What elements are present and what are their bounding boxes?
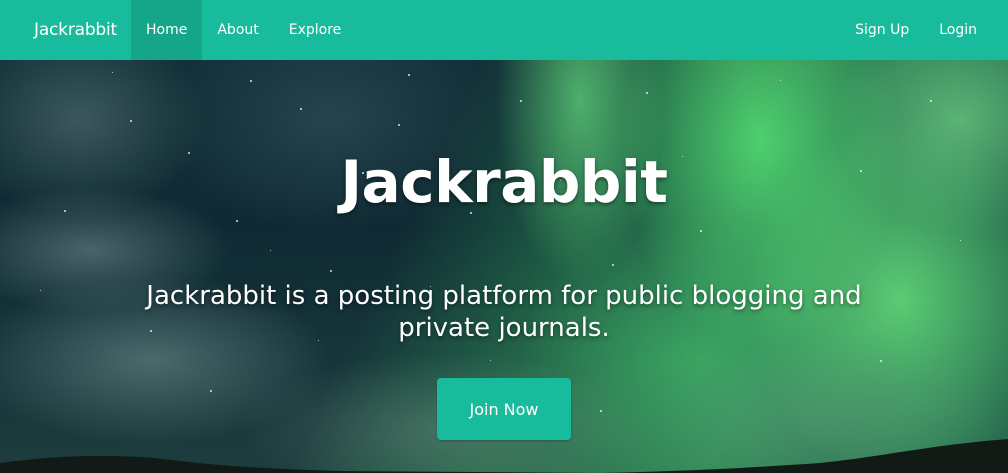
top-navbar: Jackrabbit Home About Explore Sign Up Lo… — [0, 0, 1008, 60]
nav-about-link[interactable]: About — [202, 0, 273, 60]
nav-home-link[interactable]: Home — [131, 0, 203, 60]
nav-login-link[interactable]: Login — [924, 0, 992, 60]
hero-tagline: Jackrabbit is a posting platform for pub… — [146, 281, 862, 343]
hero-title: Jackrabbit — [340, 148, 668, 216]
join-now-button[interactable]: Join Now — [437, 378, 571, 440]
brand-link[interactable]: Jackrabbit — [0, 0, 131, 60]
primary-nav: Home About Explore — [131, 0, 356, 60]
nav-explore-link[interactable]: Explore — [274, 0, 357, 60]
hero-section: Jackrabbit Jackrabbit is a posting platf… — [0, 60, 1008, 473]
nav-signup-link[interactable]: Sign Up — [840, 0, 924, 60]
hero-content: Jackrabbit Jackrabbit is a posting platf… — [0, 60, 1008, 473]
account-nav: Sign Up Login — [840, 0, 1008, 60]
